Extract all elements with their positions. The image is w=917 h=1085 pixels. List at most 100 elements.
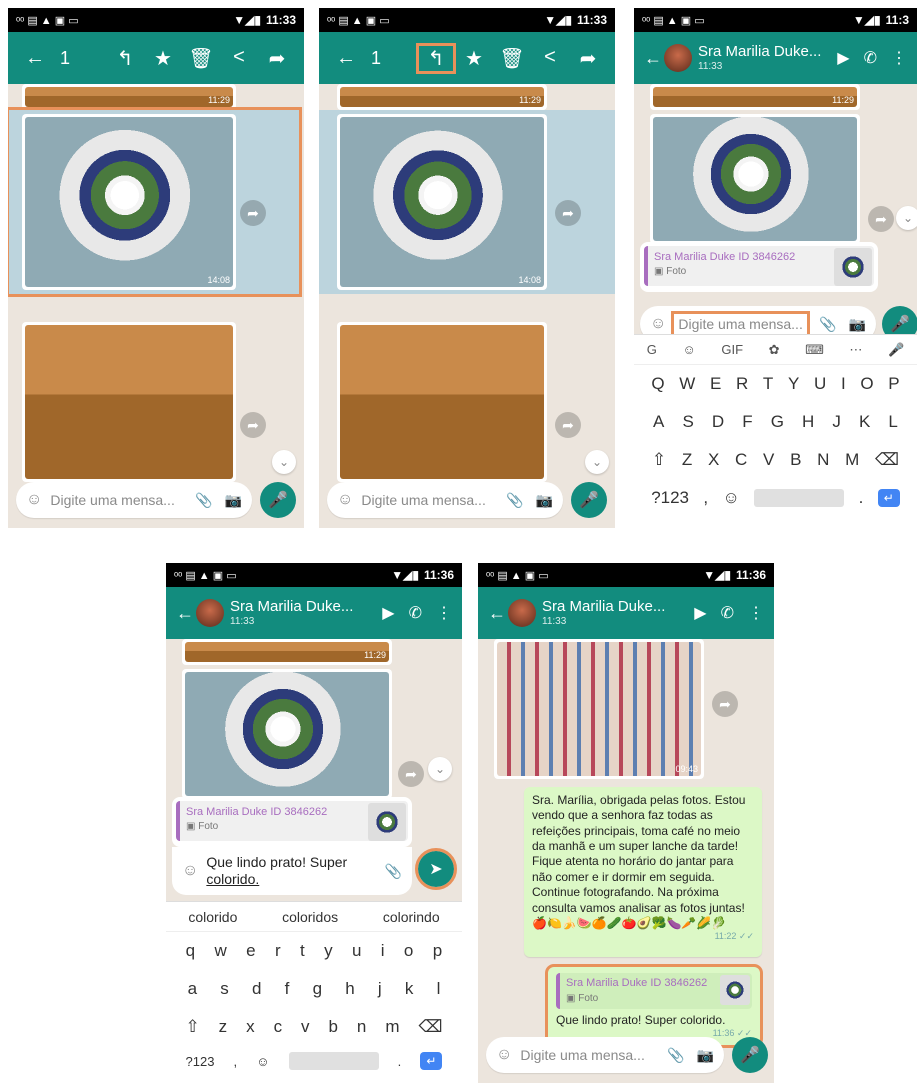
star-icon[interactable]: ★ — [457, 46, 491, 71]
emoji-icon[interactable]: ☺ — [337, 491, 353, 509]
forward-icon[interactable]: ➦ — [571, 46, 605, 71]
keyboard-key[interactable]: A — [653, 412, 664, 432]
image-message[interactable] — [650, 114, 860, 244]
image-message[interactable]: 11:29 — [22, 84, 236, 110]
attach-icon[interactable]: 📎 — [819, 316, 836, 333]
send-button[interactable]: ➤ — [415, 848, 457, 890]
keyboard-key[interactable]: B — [790, 450, 801, 470]
image-message[interactable]: 11:29 — [650, 84, 860, 110]
keyboard-key[interactable]: ⇧ — [652, 450, 666, 470]
keyboard-key[interactable]: v — [301, 1017, 310, 1037]
reply-message-bubble[interactable]: Sra Marilia Duke ID 3846262 ▣ Foto Que li… — [545, 964, 763, 1048]
keyboard-key[interactable]: q — [186, 941, 195, 961]
keyboard-key[interactable]: w — [215, 941, 227, 961]
keyboard-key[interactable]: Y — [788, 374, 799, 394]
keyboard-key[interactable]: Z — [682, 450, 692, 470]
camera-icon[interactable]: 📷 — [697, 1047, 714, 1064]
keyboard-key[interactable]: R — [736, 374, 748, 394]
star-icon[interactable]: ★ — [146, 46, 180, 71]
space-key[interactable] — [288, 1052, 379, 1070]
image-message[interactable]: 14:08 — [337, 114, 547, 290]
keyboard-key[interactable]: G — [771, 412, 784, 432]
forward-icon[interactable]: ➦ — [398, 761, 424, 787]
keyboard-key[interactable]: P — [888, 374, 899, 394]
keyboard-key[interactable]: c — [274, 1017, 283, 1037]
input-placeholder[interactable]: Digite uma mensa... — [671, 311, 810, 337]
message-input[interactable]: ☺ Que lindo prato! Super colorido. 📎 — [172, 847, 412, 895]
keyboard-key[interactable]: ⌫ — [418, 1017, 442, 1037]
back-arrow-icon[interactable]: ← — [18, 47, 52, 70]
keyboard-key[interactable]: x — [246, 1017, 255, 1037]
keyboard-key[interactable]: t — [300, 941, 305, 961]
keyboard-key[interactable]: p — [433, 941, 442, 961]
contact-name[interactable]: Sra Marilia Duke... — [698, 44, 821, 61]
keyboard-key[interactable]: e — [246, 941, 255, 961]
keyboard-key[interactable]: Q — [651, 374, 664, 394]
suggestion-item[interactable]: coloridos — [282, 909, 338, 925]
symbols-key[interactable]: ?123 — [186, 1054, 215, 1069]
keyboard-key[interactable]: H — [802, 412, 814, 432]
reply-icon[interactable]: ↰ — [108, 46, 142, 71]
contact-name[interactable]: Sra Marilia Duke... — [230, 599, 353, 616]
back-arrow-icon[interactable]: ← — [176, 603, 194, 624]
space-key[interactable] — [754, 489, 845, 507]
keyboard-key[interactable]: V — [763, 450, 774, 470]
keyboard-key[interactable]: j — [378, 979, 382, 999]
keyboard-key[interactable]: g — [313, 979, 322, 999]
keyboard-key[interactable]: W — [679, 374, 695, 394]
share-icon[interactable]: < — [533, 46, 567, 71]
call-icon[interactable]: ✆ — [864, 48, 877, 68]
avatar[interactable] — [196, 599, 224, 627]
mic-button[interactable]: 🎤 — [732, 1037, 768, 1073]
image-message[interactable] — [182, 669, 392, 799]
keyboard-key[interactable]: m — [385, 1017, 399, 1037]
keyboard-tool[interactable]: ⋯ — [849, 342, 862, 358]
emoji-key[interactable]: ☺ — [723, 488, 740, 508]
image-message[interactable]: 09:43 — [494, 639, 704, 779]
camera-icon[interactable]: 📷 — [849, 316, 866, 333]
scroll-down-icon[interactable]: ⌄ — [896, 206, 917, 230]
image-message[interactable]: 14:08 — [22, 114, 236, 290]
video-call-icon[interactable]: ▶ — [837, 48, 849, 68]
suggestion-item[interactable]: colorido — [188, 909, 237, 925]
camera-icon[interactable]: 📷 — [225, 492, 242, 509]
keyboard-key[interactable]: E — [710, 374, 721, 394]
keyboard-key[interactable]: ⇧ — [185, 1017, 199, 1037]
emoji-key[interactable]: ☺ — [256, 1054, 269, 1069]
forward-icon[interactable]: ➦ — [240, 412, 266, 438]
keyboard-tool[interactable]: ☺ — [682, 342, 695, 357]
delete-icon[interactable]: 🗑 — [184, 46, 218, 71]
mic-button[interactable]: 🎤 — [260, 482, 296, 518]
keyboard-key[interactable]: ⌫ — [875, 450, 899, 470]
keyboard-tool[interactable]: ⌨ — [805, 342, 824, 358]
contact-name[interactable]: Sra Marilia Duke... — [542, 599, 665, 616]
keyboard-tool[interactable]: ✿ — [769, 342, 780, 358]
keyboard-key[interactable]: u — [352, 941, 361, 961]
video-call-icon[interactable]: ▶ — [694, 603, 706, 623]
emoji-icon[interactable]: ☺ — [496, 1046, 512, 1064]
keyboard-key[interactable]: T — [763, 374, 773, 394]
scroll-down-icon[interactable]: ⌄ — [428, 757, 452, 781]
keyboard-key[interactable]: C — [735, 450, 747, 470]
camera-icon[interactable]: 📷 — [536, 492, 553, 509]
forward-icon[interactable]: ➦ — [555, 412, 581, 438]
keyboard-key[interactable]: l — [437, 979, 441, 999]
image-message[interactable]: 11:29 — [182, 639, 392, 665]
keyboard-key[interactable]: o — [404, 941, 413, 961]
comma-key[interactable]: , — [703, 488, 708, 508]
emoji-icon[interactable]: ☺ — [26, 491, 42, 509]
forward-icon[interactable]: ➦ — [712, 691, 738, 717]
call-icon[interactable]: ✆ — [409, 603, 422, 623]
delete-icon[interactable]: 🗑 — [495, 46, 529, 71]
video-call-icon[interactable]: ▶ — [382, 603, 394, 623]
symbols-key[interactable]: ?123 — [651, 488, 689, 508]
forward-icon[interactable]: ➦ — [260, 46, 294, 71]
keyboard-key[interactable]: N — [817, 450, 829, 470]
image-message[interactable] — [22, 322, 236, 482]
message-input[interactable]: ☺ Digite uma mensa... 📎 📷 — [16, 482, 252, 518]
keyboard-key[interactable]: z — [219, 1017, 228, 1037]
keyboard-key[interactable]: a — [188, 979, 197, 999]
avatar[interactable] — [508, 599, 536, 627]
emoji-icon[interactable]: ☺ — [650, 315, 666, 333]
forward-icon[interactable]: ➦ — [240, 200, 266, 226]
